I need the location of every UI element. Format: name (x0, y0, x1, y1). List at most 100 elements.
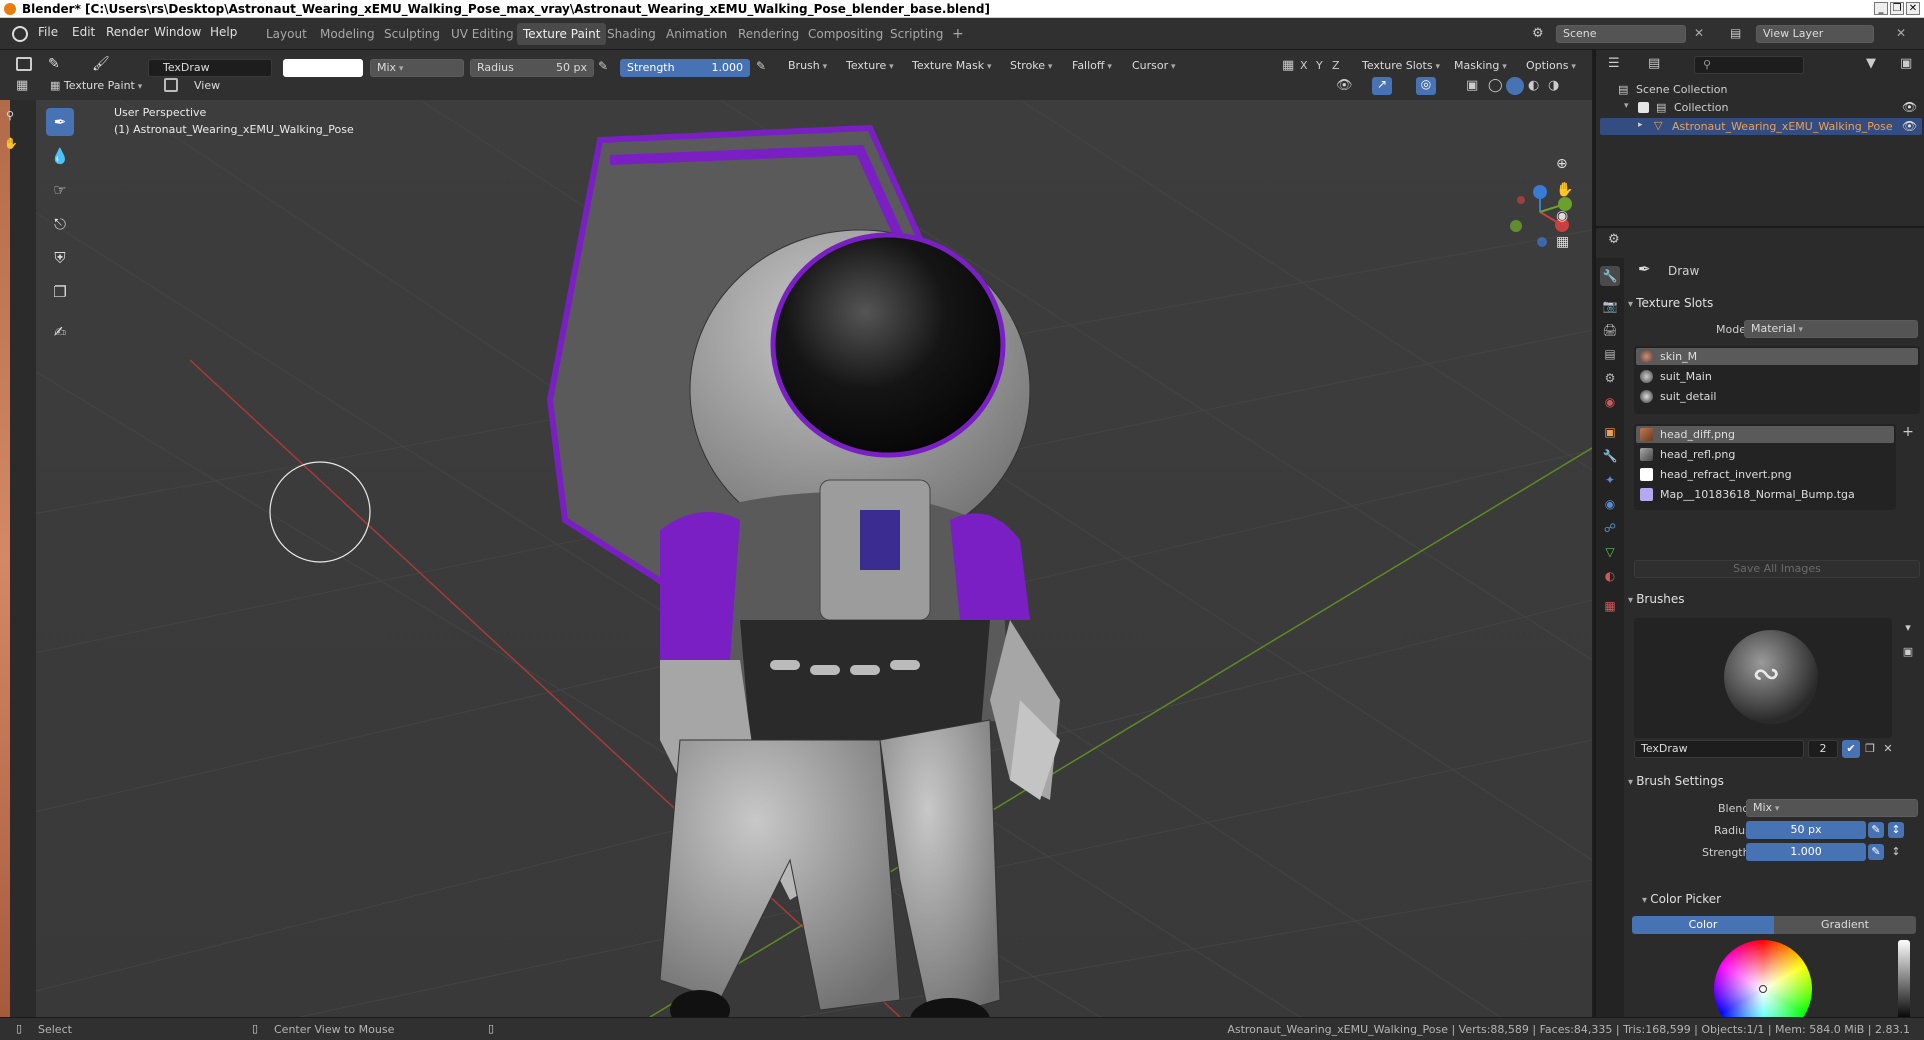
radius-pressure-icon[interactable]: ✎ (598, 59, 608, 73)
collection-checkbox[interactable] (1638, 102, 1649, 113)
material-shading-icon[interactable]: ◐ (1528, 78, 1539, 93)
mirror-x-toggle[interactable]: X (1300, 59, 1308, 72)
fill-tool-icon[interactable]: ⛨ (46, 244, 74, 272)
new-collection-icon[interactable]: ▣ (1900, 56, 1912, 71)
brush-settings-header[interactable]: Brush Settings (1628, 774, 1724, 788)
brush-menu-caret-icon[interactable]: ▾ (1900, 620, 1916, 636)
brush-image-icon[interactable]: ▣ (1900, 644, 1916, 660)
stroke-menu[interactable]: Stroke (1010, 59, 1052, 72)
menu-render[interactable]: Render (106, 25, 149, 39)
tab-sculpting[interactable]: Sculpting (378, 23, 446, 45)
gradient-tab[interactable]: Gradient (1774, 916, 1916, 934)
tab-modeling[interactable]: Modeling (314, 23, 381, 45)
data-tab-icon[interactable]: ▽ (1600, 542, 1620, 562)
falloff-menu[interactable]: Falloff (1072, 59, 1112, 72)
list-item[interactable]: head_diff.png (1636, 426, 1894, 443)
mode-select[interactable]: ▦ Texture Paint ▾ (50, 76, 142, 96)
duplicate-brush-icon[interactable]: ❐ (1862, 741, 1878, 757)
overlay-toggle-icon[interactable]: ◎ (1416, 77, 1436, 95)
color-swatch[interactable] (283, 59, 363, 77)
brush-icon[interactable]: 🖌 (92, 56, 110, 72)
visibility-icon[interactable]: 👁 (1336, 78, 1353, 93)
physics-tab-icon[interactable]: ◉ (1600, 494, 1620, 514)
mirror-y-toggle[interactable]: Y (1316, 59, 1323, 72)
brush-name-field[interactable]: TexDraw (1634, 740, 1804, 758)
brush-preview-panel[interactable]: ∾ (1634, 618, 1892, 738)
camera-view-icon[interactable]: ◉ (1556, 208, 1568, 224)
add-image-button[interactable]: + (1900, 424, 1916, 440)
outliner-row-collection[interactable]: ▾ ▤ Collection 👁 (1596, 100, 1924, 116)
slot-mode-select[interactable]: Material (1744, 320, 1918, 338)
strength-pressure-icon[interactable]: ✎ (1868, 844, 1884, 860)
zoom-tool-icon[interactable]: ⚲ (4, 102, 16, 130)
strength-field[interactable]: Strength 1.000 (620, 59, 750, 77)
3d-viewport[interactable]: User Perspective (1) Astronaut_Wearing_x… (0, 100, 1592, 1017)
soften-tool-icon[interactable]: 💧 (46, 142, 74, 170)
blend-mode-select[interactable]: Mix (370, 59, 464, 77)
list-item[interactable]: Map__10183618_Normal_Bump.tga (1636, 486, 1894, 503)
mask-toggle-icon[interactable] (164, 78, 178, 92)
close-button[interactable]: ✕ (1906, 2, 1920, 15)
menu-edit[interactable]: Edit (72, 25, 95, 39)
add-workspace-button[interactable]: + (946, 23, 970, 45)
list-item[interactable]: head_refract_invert.png (1636, 466, 1894, 483)
restore-button[interactable]: ❐ (1890, 2, 1904, 15)
solid-shading-icon[interactable] (1506, 77, 1524, 95)
outliner-row-scene-collection[interactable]: ▤ Scene Collection (1596, 82, 1924, 98)
options-menu[interactable]: Options (1526, 59, 1576, 72)
outliner-row-object[interactable]: ▸ ▽ Astronaut_Wearing_xEMU_Walking_Pose … (1600, 118, 1922, 135)
tab-layout[interactable]: Layout (260, 23, 313, 45)
clone-tool-icon[interactable]: ⎋ (46, 210, 74, 238)
outliner-search-input[interactable]: ⚲ (1694, 56, 1804, 74)
tab-scripting[interactable]: Scripting (884, 23, 949, 45)
brushes-header[interactable]: Brushes (1628, 592, 1684, 606)
minimize-button[interactable]: _ (1874, 2, 1888, 15)
world-tab-icon[interactable]: ◉ (1600, 392, 1620, 412)
scene-tab-icon[interactable]: ⚙ (1600, 368, 1620, 388)
particles-tab-icon[interactable]: ✦ (1600, 470, 1620, 490)
expand-arrow-icon[interactable]: ▸ (1638, 120, 1643, 130)
blend-select[interactable]: Mix (1746, 799, 1918, 817)
constraints-tab-icon[interactable]: ☍ (1600, 518, 1620, 538)
tab-texture-paint[interactable]: Texture Paint (517, 23, 607, 45)
tab-animation[interactable]: Animation (660, 23, 733, 45)
tool-settings-icon[interactable]: ✎ (48, 56, 60, 72)
editor-type-icon[interactable] (16, 57, 32, 71)
wireframe-shading-icon[interactable]: ◯ (1488, 78, 1503, 93)
output-tab-icon[interactable]: 🖨 (1600, 320, 1620, 340)
tab-uv-editing[interactable]: UV Editing (445, 23, 520, 45)
zoom-icon[interactable]: ⊕ (1556, 156, 1568, 172)
view-layer-tab-icon[interactable]: ▤ (1600, 344, 1620, 364)
blender-menu-icon[interactable] (12, 26, 28, 42)
texture-slots-header[interactable]: Texture Slots (1628, 296, 1713, 310)
strength-pressure-icon[interactable]: ✎ (756, 59, 766, 73)
brush-name-field[interactable]: TexDraw (148, 59, 272, 77)
view-layer-close-icon[interactable]: ✕ (1896, 26, 1906, 40)
properties-editor-icon[interactable]: ⚙ (1608, 232, 1620, 247)
color-wheel-cursor[interactable] (1759, 985, 1767, 993)
texture-tab-icon[interactable]: ▦ (1600, 596, 1620, 616)
pan-hand-icon[interactable]: ✋ (1556, 182, 1573, 198)
menu-file[interactable]: File (38, 25, 58, 39)
scene-field[interactable]: Scene (1556, 25, 1686, 43)
scene-close-icon[interactable]: ✕ (1694, 26, 1704, 40)
draw-tool-icon[interactable]: ✒ (46, 108, 74, 136)
smear-tool-icon[interactable]: ☞ (46, 176, 74, 204)
collection-visibility-icon[interactable]: 👁 (1902, 100, 1917, 114)
filter-icon[interactable]: ▼ (1866, 56, 1876, 71)
texture-menu[interactable]: Texture (846, 59, 894, 72)
collapse-arrow-icon[interactable]: ▾ (1624, 101, 1629, 111)
brush-menu[interactable]: Brush (788, 59, 827, 72)
radius-unit-icon[interactable]: ↕ (1888, 822, 1904, 838)
masking-menu[interactable]: Masking (1454, 59, 1507, 72)
brush-users-count[interactable]: 2 (1808, 740, 1838, 758)
value-slider[interactable] (1898, 940, 1910, 1017)
menu-help[interactable]: Help (210, 25, 237, 39)
xray-toggle-icon[interactable]: ▣ (1466, 78, 1478, 93)
object-tab-icon[interactable]: ▣ (1600, 422, 1620, 442)
radius-slider[interactable]: 50 px (1746, 821, 1866, 839)
fake-user-shield-icon[interactable]: ✔ (1842, 740, 1860, 758)
hand-tool-icon[interactable]: ✋ (4, 130, 18, 158)
annotate-tool-icon[interactable]: ✍ (46, 318, 74, 346)
menu-window[interactable]: Window (154, 25, 201, 39)
